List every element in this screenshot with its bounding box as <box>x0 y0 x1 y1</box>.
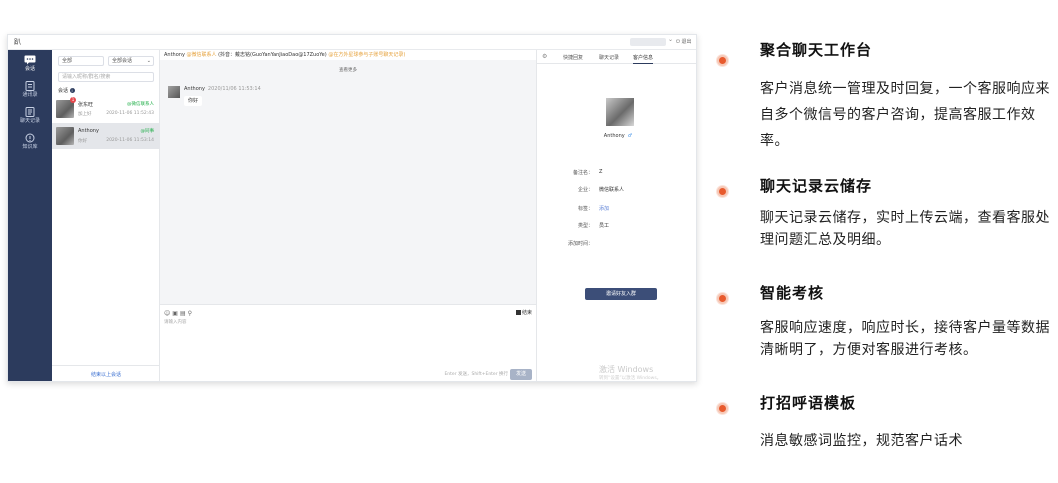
feature-title: 打招呼语模板 <box>760 394 857 412</box>
chevron-down-icon[interactable]: ⌄ <box>668 36 673 43</box>
tab-chat-records[interactable]: 聊天记录 <box>599 54 619 61</box>
conversation-time: 2020-11-06 11:52:43 <box>106 111 154 116</box>
gear-icon[interactable]: ⚙ <box>542 53 547 60</box>
nav-item-chat[interactable]: 会话 <box>8 52 52 78</box>
invite-to-group-button[interactable]: 邀请好友入群 <box>585 288 657 300</box>
avatar <box>168 86 180 98</box>
contacts-icon <box>25 81 35 91</box>
conversation-item[interactable]: Anthony @同事 你好 2020-11-06 11:53:14 <box>52 123 160 149</box>
windows-watermark-sub: 转到“设置”以激活 Windows。 <box>599 376 662 381</box>
conversation-tag: @同事 <box>140 129 155 134</box>
chat-contact-name: Anthony <box>164 52 185 58</box>
send-button[interactable]: 发送 <box>510 369 532 380</box>
bullet-icon <box>717 403 728 414</box>
feature-title: 智能考核 <box>760 284 825 302</box>
conversation-item[interactable]: 1 张东旺 @微信联系人 加上好 2020-11-06 11:52:43 <box>52 96 160 122</box>
message-meta: Anthony 2020/11/06 11:53:14 <box>184 86 261 92</box>
load-more-link[interactable]: 查看更多 <box>160 67 536 73</box>
section-title: 会话 i <box>58 88 75 94</box>
nav-label: 通讯录 <box>22 92 38 98</box>
conversation-list-pane: 全部 全部会话 ⌄ 请输入昵称/群名/搜索 会话 i 1 张东旺 @微信联系人 … <box>52 50 160 381</box>
field-label: 类型： <box>577 223 593 229</box>
feature-desc: 消息敏感词监控，规范客户话术 <box>760 433 963 449</box>
info-tabs: ⚙ 快捷回复 聊天记录 客户信息 <box>537 50 696 64</box>
nav-item-contacts[interactable]: 通讯录 <box>8 78 52 104</box>
user-account[interactable] <box>630 38 666 46</box>
bullet-icon <box>717 293 728 304</box>
avatar <box>56 127 74 145</box>
side-nav: 会话 通讯录 聊天记录 知识库 <box>8 50 52 381</box>
image-icon[interactable]: ▣ <box>172 310 180 317</box>
feature-title: 聚合聊天工作台 <box>760 41 873 59</box>
field-label: 添加时间： <box>567 241 593 247</box>
customer-info-pane: ⚙ 快捷回复 聊天记录 客户信息 Anthony ♂ 备注名： Z 企业： 微信联… <box>536 50 696 381</box>
message-bubble: 你好 <box>184 96 203 106</box>
tab-quick-reply[interactable]: 快捷回复 <box>563 54 583 61</box>
feature-desc: 聊天记录云储存，实时上传云端，查看客服处理问题汇总及明细。 <box>760 210 1050 248</box>
windows-watermark: 激活 Windows <box>599 365 654 374</box>
feature-title: 聊天记录云储存 <box>760 177 873 195</box>
feature-desc: 客户消息统一管理及时回复，一个客服响应来自多个微信号的客户咨询，提高客服工作效率… <box>760 81 1050 149</box>
conversation-preview: 加上好 <box>78 112 92 117</box>
conversation-time: 2020-11-06 11:53:14 <box>106 138 154 143</box>
chat-icon <box>24 55 36 65</box>
logout-button[interactable]: ⏻ 退出 <box>676 38 692 45</box>
bullet-icon <box>717 55 728 66</box>
filter-select-all[interactable]: 全部 <box>58 56 104 66</box>
feature-desc: 客服响应速度，响应时长，接待客户量等数据清晰明了，方便对客服进行考核。 <box>760 320 1050 358</box>
bullet-icon <box>717 186 728 197</box>
composer-toolbar[interactable]: ☺▣▤⚲ <box>164 310 194 317</box>
conversation-name: Anthony <box>78 128 99 134</box>
field-label: 标签： <box>577 206 593 212</box>
end-session-checkbox[interactable]: 结束 <box>515 309 532 316</box>
nav-label: 聊天记录 <box>19 118 40 124</box>
field-value: Z <box>599 169 603 175</box>
message-input[interactable]: 请输入内容 <box>164 319 187 325</box>
chat-contact-detail: (抖音：戴志铭(GuoYanYanJiaoDao@17ZuoYe) <box>218 52 327 58</box>
chat-contact-tag: @在方外星球参与子账号聊天记录) <box>328 52 406 58</box>
conversation-tag: @微信联系人 <box>127 102 154 107</box>
add-tag-link[interactable]: 添加 <box>599 205 609 212</box>
profile-avatar <box>606 98 634 126</box>
nav-label: 知识库 <box>22 144 38 150</box>
chevron-down-icon: ⌄ <box>146 58 151 64</box>
filter-select-sessions[interactable]: 全部会话 ⌄ <box>108 56 154 66</box>
nav-item-records[interactable]: 聊天记录 <box>8 104 52 130</box>
tab-customer-info[interactable]: 客户信息 <box>633 54 654 64</box>
field-value: 微信联系人 <box>599 187 625 193</box>
search-input[interactable]: 请输入昵称/群名/搜索 <box>58 72 154 82</box>
unread-badge: 1 <box>70 97 76 103</box>
record-icon <box>25 107 35 117</box>
profile-name: Anthony ♂ <box>603 133 633 139</box>
conversation-preview: 你好 <box>78 139 87 144</box>
field-label: 企业： <box>577 187 593 193</box>
info-icon: i <box>69 88 75 93</box>
top-bar: 趴 ⌄ ⏻ 退出 <box>8 35 696 50</box>
app-window: 趴 ⌄ ⏻ 退出 会话 通讯录 聊天记录 知识库 全部 全部会话 ⌄ 请输入昵称… <box>7 34 697 382</box>
chat-pane: Anthony @微信联系人 (抖音：戴志铭(GuoYanYanJiaoDao@… <box>160 50 536 381</box>
nav-label: 会话 <box>24 66 35 72</box>
message-composer: ☺▣▤⚲ 结束 请输入内容 Enter 发送，Shift+Enter 换行 发送 <box>160 304 536 381</box>
mic-icon[interactable]: ⚲ <box>188 310 194 317</box>
knowledge-icon <box>25 133 35 143</box>
end-all-sessions-button[interactable]: 结束以上会话 <box>52 365 160 381</box>
conversation-name: 张东旺 <box>78 102 94 108</box>
app-logo: 趴 <box>14 38 21 46</box>
chat-header: Anthony @微信联系人 (抖音：戴志铭(GuoYanYanJiaoDao@… <box>160 50 536 60</box>
send-hint: Enter 发送，Shift+Enter 换行 <box>444 372 508 377</box>
chat-contact-tag: @微信联系人 <box>186 52 217 58</box>
field-label: 备注名： <box>572 170 593 176</box>
male-icon: ♂ <box>627 133 633 139</box>
field-value: 员工 <box>599 223 610 229</box>
file-icon[interactable]: ▤ <box>180 310 188 317</box>
nav-item-knowledge[interactable]: 知识库 <box>8 130 52 156</box>
